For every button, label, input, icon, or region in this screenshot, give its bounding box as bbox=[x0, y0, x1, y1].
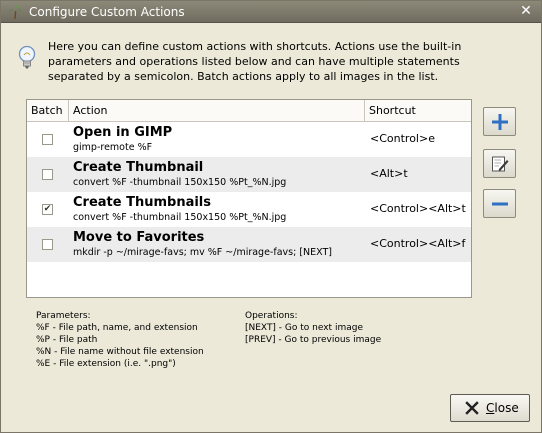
table-row[interactable]: ✔ Create Thumbnails convert %F -thumbnai… bbox=[27, 192, 471, 227]
column-header-shortcut[interactable]: Shortcut bbox=[365, 100, 471, 122]
operation-item: [PREV] - Go to previous image bbox=[245, 335, 382, 345]
plus-icon bbox=[492, 114, 508, 130]
batch-checkbox[interactable] bbox=[42, 134, 53, 145]
action-name: Create Thumbnail bbox=[73, 160, 204, 175]
table-row[interactable]: Open in GIMP gimp-remote %F <Control>e bbox=[27, 122, 471, 157]
parameter-item: %F - File path, name, and extension bbox=[36, 323, 198, 333]
minus-icon bbox=[492, 202, 508, 206]
edit-icon bbox=[492, 156, 509, 172]
configure-actions-dialog: Configure Custom Actions ✕ Here you can … bbox=[0, 0, 542, 433]
window-title: Configure Custom Actions bbox=[29, 5, 185, 19]
edit-action-button[interactable] bbox=[483, 149, 516, 178]
batch-checkbox[interactable] bbox=[42, 169, 53, 180]
parameter-item: %E - File extension (i.e. ".png") bbox=[36, 359, 176, 369]
table-header: Batch Action Shortcut bbox=[27, 100, 471, 122]
action-command: gimp-remote %F bbox=[73, 142, 153, 153]
action-shortcut: <Alt>t bbox=[370, 167, 408, 180]
action-shortcut: <Control><Alt>f bbox=[370, 237, 466, 250]
table-row[interactable]: Move to Favorites mkdir -p ~/mirage-favs… bbox=[27, 227, 471, 262]
operation-item: [NEXT] - Go to next image bbox=[245, 323, 363, 333]
batch-checkbox[interactable] bbox=[42, 239, 53, 250]
column-header-action[interactable]: Action bbox=[69, 100, 365, 122]
action-name: Create Thumbnails bbox=[73, 195, 212, 210]
parameter-item: %N - File name without file extension bbox=[36, 347, 204, 357]
palm-tree-icon bbox=[9, 5, 21, 19]
action-shortcut: <Control>e bbox=[370, 132, 435, 145]
actions-table[interactable]: Batch Action Shortcut Open in GIMP gimp-… bbox=[26, 99, 472, 298]
close-button[interactable]: Close bbox=[450, 394, 530, 422]
title-bar[interactable]: Configure Custom Actions ✕ bbox=[1, 1, 541, 23]
add-action-button[interactable] bbox=[483, 107, 516, 136]
window-close-icon[interactable]: ✕ bbox=[518, 3, 534, 19]
info-text: Here you can define custom actions with … bbox=[48, 40, 462, 83]
close-icon bbox=[465, 401, 479, 415]
batch-checkbox[interactable]: ✔ bbox=[42, 204, 53, 215]
close-label-rest: lose bbox=[494, 401, 519, 415]
parameters-heading: Parameters: bbox=[36, 311, 91, 321]
action-name: Move to Favorites bbox=[73, 230, 205, 245]
action-command: convert %F -thumbnail 150x150 %Pt_%N.jpg bbox=[73, 177, 287, 188]
parameters-legend: Parameters: %F - File path, name, and ex… bbox=[36, 310, 204, 370]
operations-heading: Operations: bbox=[245, 311, 298, 321]
lightbulb-icon bbox=[18, 45, 36, 69]
action-shortcut: <Control><Alt>t bbox=[370, 202, 466, 215]
action-command: mkdir -p ~/mirage-favs; mv %F ~/mirage-f… bbox=[73, 247, 332, 258]
parameter-item: %P - File path bbox=[36, 335, 98, 345]
close-button-label: Close bbox=[486, 401, 519, 415]
remove-action-button[interactable] bbox=[483, 189, 516, 218]
action-command: convert %F -thumbnail 150x150 %Pt_%N.jpg bbox=[73, 212, 287, 223]
action-name: Open in GIMP bbox=[73, 125, 173, 140]
table-row[interactable]: Create Thumbnail convert %F -thumbnail 1… bbox=[27, 157, 471, 192]
operations-legend: Operations: [NEXT] - Go to next image [P… bbox=[245, 310, 381, 346]
column-header-batch[interactable]: Batch bbox=[27, 100, 69, 122]
